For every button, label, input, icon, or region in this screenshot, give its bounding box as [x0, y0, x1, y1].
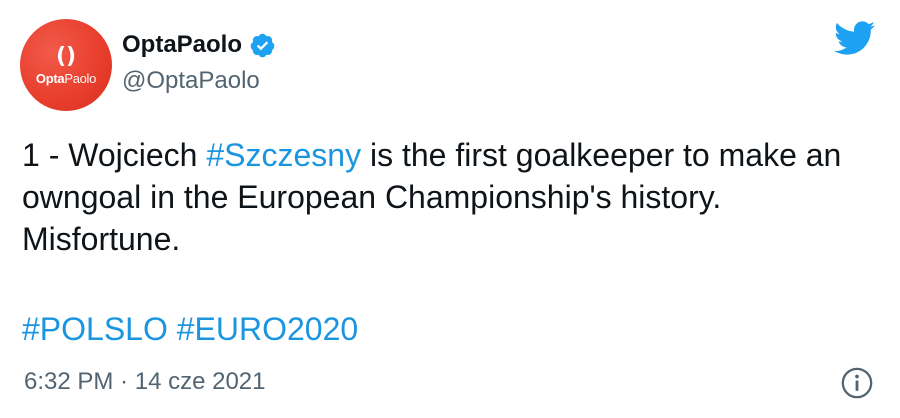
- hashtag-link[interactable]: #POLSLO: [22, 311, 168, 347]
- info-icon[interactable]: [840, 366, 874, 400]
- tweet-timestamp[interactable]: 6:32 PM · 14 cze 2021: [24, 366, 266, 398]
- hashtags-line: #POLSLO #EURO2020: [22, 308, 358, 350]
- tweet-card: () OptaPaolo OptaPaolo @OptaPaolo 1 - Wo…: [0, 0, 900, 418]
- avatar-logo-text: OptaPaolo: [35, 71, 97, 86]
- verified-badge-icon: [250, 33, 275, 57]
- hashtag-link[interactable]: #Szczesny: [206, 137, 361, 173]
- avatar[interactable]: () OptaPaolo: [20, 19, 112, 111]
- opta-logo-icon: (): [55, 44, 77, 69]
- author-display-name[interactable]: OptaPaolo: [122, 30, 242, 60]
- author-handle[interactable]: @OptaPaolo: [122, 66, 260, 96]
- author-name-row: OptaPaolo: [122, 28, 276, 62]
- tweet-text: 1 - Wojciech #Szczesny is the first goal…: [22, 134, 872, 260]
- twitter-bird-icon[interactable]: [832, 20, 876, 56]
- hashtag-link[interactable]: #EURO2020: [177, 311, 358, 347]
- tweet-time: 6:32 PM: [24, 368, 114, 395]
- tweet-text-prefix: 1 - Wojciech: [22, 137, 207, 173]
- tweet-date: 14 cze 2021: [134, 368, 266, 395]
- timestamp-separator: ·: [120, 368, 129, 395]
